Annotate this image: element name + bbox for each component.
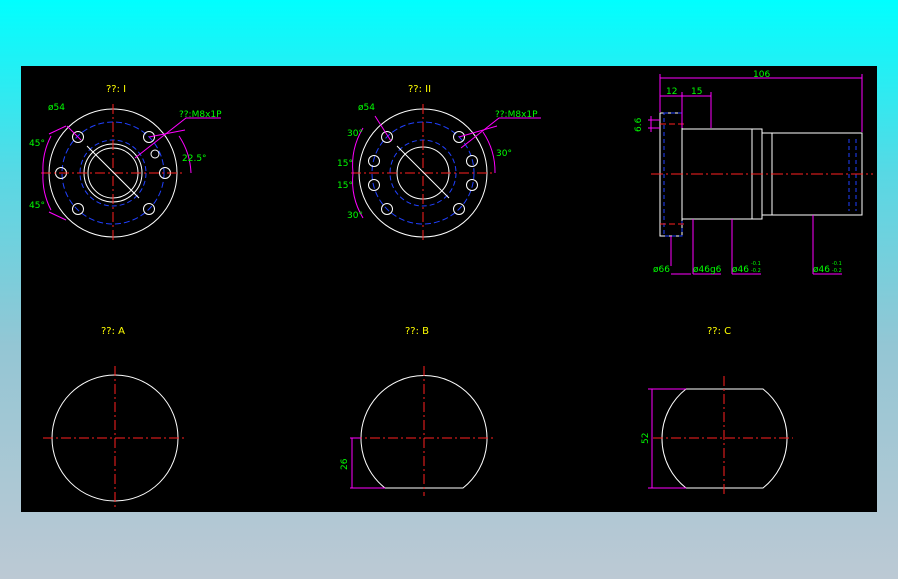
angle-1: 30° — [347, 129, 363, 139]
angle-right: 22.5° — [182, 154, 207, 164]
angle-4: 30° — [347, 211, 363, 221]
dim-total: 106 — [753, 70, 770, 80]
view-I-title: ??: I — [106, 84, 126, 95]
view-C-title: ??: C — [707, 326, 731, 337]
pcd-dimension: ø54 — [358, 103, 375, 113]
view-A-title: ??: A — [101, 326, 125, 337]
angle-2: 15° — [337, 159, 353, 169]
dim-15: 15 — [691, 87, 702, 97]
view-A: ??: A — [43, 326, 187, 510]
ext-line — [148, 129, 186, 138]
dia-flange: ø66 — [653, 265, 670, 275]
dia-tol1: ø46 — [732, 265, 749, 275]
dim-flat: 26 — [340, 458, 350, 470]
thread-callout: ??:M8x1P — [495, 110, 538, 120]
drawing-canvas: ??: I ø54 ??:M8x1P 45° 45° 22.5° ??: II — [21, 66, 877, 512]
dim-12: 12 — [666, 87, 677, 97]
dia-g6: ø46g6 — [693, 265, 722, 275]
thread-callout: ??:M8x1P — [179, 110, 222, 120]
bolt-hole — [72, 203, 84, 215]
tol1-lower: -0.2 — [751, 268, 761, 274]
side-view: 106 12 15 6.6 ø66 ø46g6 ø46 -0.1 -0.2 ø4… — [634, 70, 873, 275]
view-B-title: ??: B — [405, 326, 429, 337]
view-II-title: ??: II — [408, 84, 431, 95]
threaded-hole — [150, 149, 160, 159]
leader-pcd — [66, 125, 82, 141]
angle-right: 30° — [496, 149, 512, 159]
view-B: ??: B 26 — [340, 326, 496, 496]
cad-drawing: ??: I ø54 ??:M8x1P 45° 45° 22.5° ??: II — [29, 70, 873, 510]
angle-bottom: 45° — [29, 201, 45, 211]
leader-thread — [134, 117, 221, 159]
view-II: ??: II ø54 ??:M8x1P 30° 15° 15° 30° 30° — [337, 84, 541, 242]
tol2-upper: -0.1 — [832, 261, 842, 267]
bolt-hole — [368, 179, 380, 191]
tol1-upper: -0.1 — [751, 261, 761, 267]
view-I: ??: I ø54 ??:M8x1P 45° 45° 22.5° — [29, 84, 222, 242]
angle-top: 45° — [29, 139, 45, 149]
angle-3: 15° — [337, 181, 353, 191]
dia-tol2: ø46 — [813, 265, 830, 275]
bolt-hole — [466, 155, 478, 167]
bolt-hole — [466, 179, 478, 191]
angle-arc — [482, 131, 496, 174]
dim-width: 52 — [641, 433, 651, 444]
ext-line — [458, 125, 498, 138]
dim-6-6: 6.6 — [634, 117, 644, 132]
pcd-dimension: ø54 — [48, 103, 65, 113]
tol2-lower: -0.2 — [832, 268, 842, 274]
view-C: ??: C 52 — [641, 326, 793, 496]
